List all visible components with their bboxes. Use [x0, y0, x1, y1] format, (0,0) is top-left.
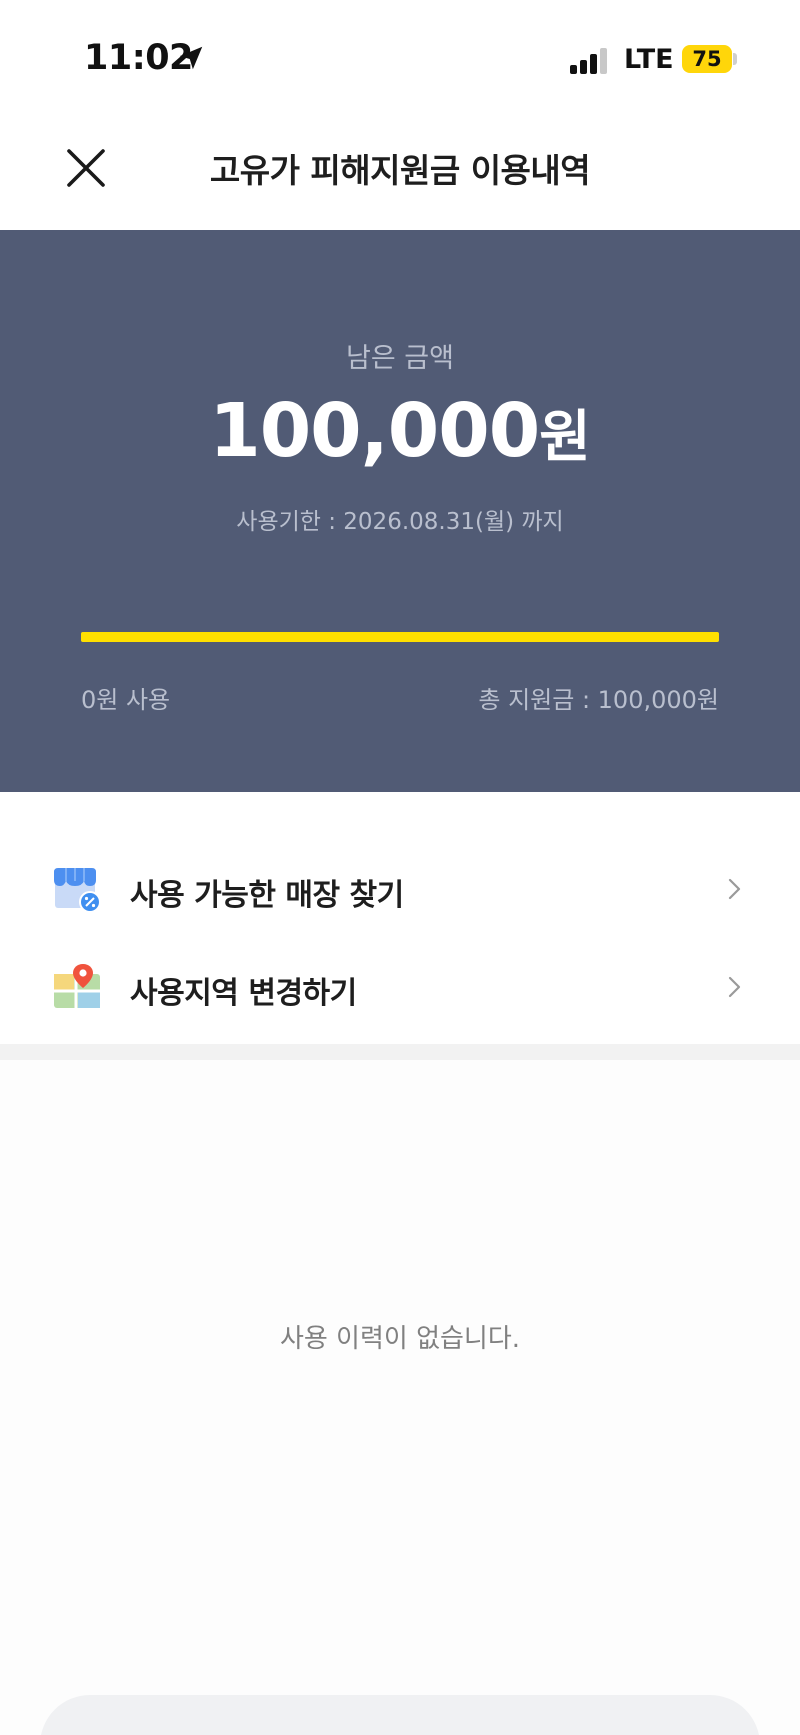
usage-history-screen: 11:02 LTE 75 고유가 피해지원금 이용내역 남은 금액 100,00… — [0, 0, 800, 1735]
header: 고유가 피해지원금 이용내역 — [0, 110, 800, 230]
balance-progress-bar — [81, 632, 719, 642]
battery-icon: 75 — [682, 45, 732, 73]
total-amount-label: 총 지원금 : 100,000원 — [478, 686, 719, 714]
balance-progress-fill — [81, 632, 719, 642]
battery-tip — [733, 53, 737, 65]
find-stores-label: 사용 가능한 매장 찾기 — [130, 878, 404, 913]
find-stores-button[interactable]: 사용 가능한 매장 찾기 — [0, 844, 800, 934]
location-arrow-icon — [179, 46, 203, 70]
expiry-date: 사용기한 : 2026.08.31(월) 까지 — [236, 509, 564, 535]
store-discount-icon — [54, 868, 101, 913]
change-region-label: 사용지역 변경하기 — [130, 976, 357, 1011]
network-label: LTE — [624, 44, 674, 75]
signal-icon — [570, 48, 610, 74]
chevron-right-icon — [728, 878, 741, 900]
balance-summary-panel: 남은 금액 100,000원 사용기한 : 2026.08.31(월) 까지 0… — [0, 230, 800, 792]
page-title: 고유가 피해지원금 이용내역 — [209, 151, 591, 190]
section-divider — [0, 1044, 800, 1060]
remaining-amount: 100,000원 — [0, 388, 800, 474]
action-menu: 사용 가능한 매장 찾기 사용지역 변경하기 — [0, 792, 800, 1044]
bottom-banner[interactable] — [40, 1695, 760, 1735]
change-region-button[interactable]: 사용지역 변경하기 — [0, 942, 800, 1032]
map-pin-icon — [54, 964, 100, 1008]
status-bar: 11:02 LTE 75 — [0, 0, 800, 110]
remaining-label: 남은 금액 — [346, 343, 454, 374]
chevron-right-icon — [728, 976, 741, 998]
remaining-amount-value: 100,000 — [209, 388, 540, 474]
remaining-amount-unit: 원 — [539, 405, 591, 470]
used-amount-label: 0원 사용 — [81, 686, 171, 714]
empty-history-message: 사용 이력이 없습니다. — [279, 1324, 521, 1354]
